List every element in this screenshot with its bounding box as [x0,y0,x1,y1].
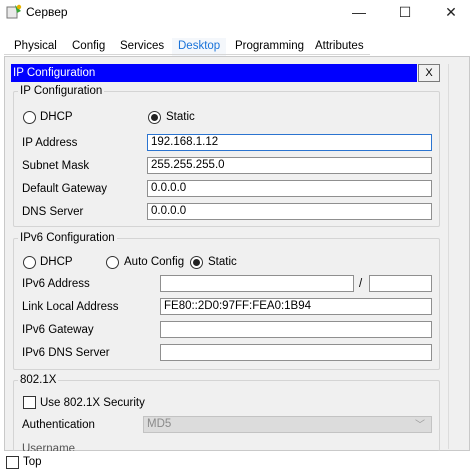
authentication-value: MD5 [147,418,172,430]
title-bar: Сервер — ☐ ✕ [0,0,474,26]
prefix-separator: / [359,278,363,290]
dns-server-field[interactable]: 0.0.0.0 [147,203,432,220]
ipv6-static-label: Static [208,256,237,268]
ipv6-address-field[interactable] [160,275,354,292]
subnet-mask-field[interactable]: 255.255.255.0 [147,157,432,174]
close-window-button[interactable]: ✕ [428,0,474,24]
ipv6-gateway-label: IPv6 Gateway [22,324,94,336]
top-checkbox[interactable] [6,456,19,469]
ipv6-gateway-field[interactable] [160,321,432,338]
use-dot1x-checkbox[interactable] [23,396,36,409]
ip-configuration-header: IP Configuration [11,64,417,82]
ipv6-dns-field[interactable] [160,344,432,361]
ip-config-group-title: IP Configuration [18,85,105,97]
ipv6-auto-config-label: Auto Config [124,256,185,268]
ip-dhcp-radio[interactable] [23,111,36,124]
use-dot1x-label: Use 802.1X Security [40,397,145,409]
bottom-bar: Top [0,451,474,475]
ipv6-auto-config-radio[interactable] [106,256,119,269]
tab-attributes[interactable]: Attributes [309,38,370,58]
top-label: Top [23,456,42,468]
username-label: Username [22,443,76,451]
chevron-down-icon: ﹀ [415,420,425,431]
ip-static-label: Static [166,111,195,123]
scrollbar[interactable] [448,64,463,449]
ipv6-dhcp-label: DHCP [40,256,73,268]
ipv6-address-label: IPv6 Address [22,278,90,290]
tab-divider [4,54,370,55]
maximize-button[interactable]: ☐ [382,0,428,24]
tab-physical[interactable]: Physical [8,38,63,58]
authentication-label: Authentication [22,419,95,431]
ipv6-dns-label: IPv6 DNS Server [22,347,110,359]
ipv6-prefix-field[interactable] [369,275,432,292]
close-ip-config-button[interactable]: X [418,64,440,82]
ip-dhcp-label: DHCP [40,111,73,123]
minimize-button[interactable]: — [336,0,382,24]
dot1x-group-title: 802.1X [18,374,59,386]
ip-address-field[interactable]: 192.168.1.12 [147,134,432,151]
tab-desktop[interactable]: Desktop [172,38,227,58]
ip-static-radio[interactable] [148,111,161,124]
dns-server-label: DNS Server [22,206,84,218]
ipv6-config-group-title: IPv6 Configuration [18,232,117,244]
tab-config[interactable]: Config [66,38,111,58]
window-title: Сервер [26,5,68,19]
link-local-label: Link Local Address [22,301,119,313]
ip-address-label: IP Address [22,137,78,149]
default-gateway-label: Default Gateway [22,183,108,195]
default-gateway-field[interactable]: 0.0.0.0 [147,180,432,197]
subnet-mask-label: Subnet Mask [22,160,90,172]
tab-services[interactable]: Services [114,38,170,58]
authentication-select[interactable]: MD5 ﹀ [143,416,432,433]
tab-programming[interactable]: Programming [229,38,310,58]
app-icon [6,4,22,19]
link-local-field[interactable]: FE80::2D0:97FF:FEA0:1B94 [160,298,432,315]
ipv6-static-radio[interactable] [190,256,203,269]
ipv6-dhcp-radio[interactable] [23,256,36,269]
tab-strip: Physical Config Services Desktop Program… [0,26,474,58]
